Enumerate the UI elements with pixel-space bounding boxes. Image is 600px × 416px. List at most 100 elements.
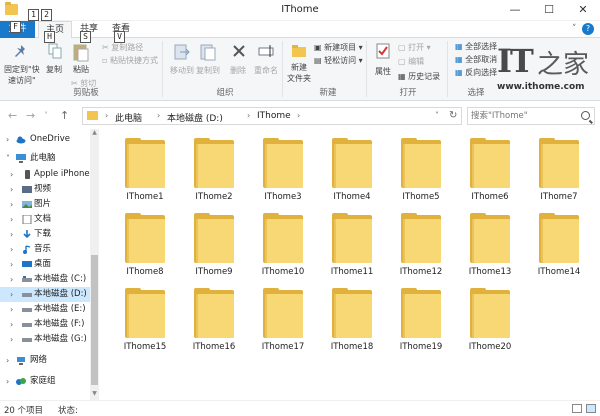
folder-item[interactable]: IThome14 <box>529 209 589 281</box>
nav-item-apple-iphone[interactable]: › Apple iPhone <box>0 167 90 182</box>
paste-shortcut-button[interactable]: ▫ 粘贴快捷方式 <box>102 55 158 66</box>
new-item-button[interactable]: ▣ 新建项目 ▾ <box>314 42 363 53</box>
minimize-button[interactable]: — <box>498 0 532 20</box>
breadcrumb-ithome[interactable]: IThome <box>257 111 291 121</box>
folder-item[interactable]: IThome17 <box>253 284 313 356</box>
nav-item-drive-d[interactable]: › 本地磁盘 (D:) <box>0 287 90 302</box>
address-bar[interactable]: › 此电脑 › 本地磁盘 (D:) › IThome › ˅ ↻ <box>82 107 462 125</box>
properties-button[interactable]: 属性 <box>375 66 391 77</box>
nav-item-onedrive[interactable]: › OneDrive <box>0 132 90 147</box>
folder-item[interactable]: IThome4 <box>322 134 382 206</box>
folder-item[interactable]: IThome11 <box>322 209 382 281</box>
nav-item-drive-g[interactable]: › 本地磁盘 (G:) <box>0 332 90 347</box>
refresh-icon[interactable]: ↻ <box>449 110 457 121</box>
nav-item-desktop[interactable]: › 桌面 <box>0 257 90 272</box>
select-all-button[interactable]: ▦ 全部选择 <box>455 41 497 52</box>
chevron-right-icon[interactable]: › <box>10 212 13 227</box>
ribbon-divider <box>282 41 283 97</box>
folder-item[interactable]: IThome12 <box>391 209 451 281</box>
copy-path-button[interactable]: ✂ 复制路径 <box>102 42 143 53</box>
history-button[interactable]: ▦ 历史记录 <box>398 71 440 82</box>
maximize-button[interactable]: ☐ <box>532 0 566 20</box>
folder-item[interactable]: IThome15 <box>115 284 175 356</box>
nav-scrollbar-thumb[interactable] <box>91 255 98 385</box>
nav-item-music[interactable]: › 音乐 <box>0 242 90 257</box>
chevron-right-icon[interactable]: › <box>10 317 13 332</box>
invert-selection-button[interactable]: ▦ 反向选择 <box>455 67 497 78</box>
folder-icon <box>87 111 98 120</box>
chevron-right-icon[interactable]: › <box>10 257 13 272</box>
chevron-right-icon[interactable]: › <box>6 353 9 368</box>
drive-icon <box>22 293 32 297</box>
folder-item[interactable]: IThome20 <box>460 284 520 356</box>
forward-icon[interactable]: → <box>26 109 35 122</box>
folder-item[interactable]: IThome8 <box>115 209 175 281</box>
folder-item[interactable]: IThome10 <box>253 209 313 281</box>
delete-button[interactable]: 删除 <box>230 65 246 76</box>
folder-item[interactable]: IThome7 <box>529 134 589 206</box>
up-icon[interactable]: ↑ <box>60 109 69 122</box>
copy-button[interactable]: 复制 <box>46 64 62 75</box>
folder-item[interactable]: IThome5 <box>391 134 451 206</box>
search-input[interactable] <box>471 110 577 122</box>
chevron-right-icon[interactable]: › <box>10 272 13 287</box>
folder-item[interactable]: IThome13 <box>460 209 520 281</box>
search-box[interactable] <box>467 107 595 125</box>
folder-item[interactable]: IThome6 <box>460 134 520 206</box>
nav-item-videos[interactable]: › 视频 <box>0 182 90 197</box>
large-icons-view-icon[interactable] <box>586 404 596 413</box>
folder-item[interactable]: IThome19 <box>391 284 451 356</box>
folder-item[interactable]: IThome3 <box>253 134 313 206</box>
chevron-right-icon[interactable]: › <box>10 182 13 197</box>
chevron-right-icon[interactable]: › <box>10 332 13 347</box>
folder-item[interactable]: IThome16 <box>184 284 244 356</box>
edit-button[interactable]: ▢ 编辑 <box>398 56 424 67</box>
easy-access-button[interactable]: ▤ 轻松访问 ▾ <box>314 55 363 66</box>
close-button[interactable]: ✕ <box>566 0 600 20</box>
paste-button[interactable]: 粘贴 <box>73 64 89 75</box>
chevron-right-icon[interactable]: › <box>10 302 13 317</box>
nav-item-network[interactable]: › 网络 <box>0 353 90 368</box>
chevron-right-icon[interactable]: › <box>6 374 9 389</box>
folder-item[interactable]: IThome1 <box>115 134 175 206</box>
chevron-right-icon[interactable]: › <box>6 132 9 147</box>
move-to-button[interactable]: 移动到 <box>170 65 194 76</box>
address-bar-row: ← → ˅ ↑ › 此电脑 › 本地磁盘 (D:) › IThome › ˅ ↻ <box>0 101 600 129</box>
chevron-right-icon[interactable]: › <box>10 242 13 257</box>
select-none-button[interactable]: ▦ 全部取消 <box>455 54 497 65</box>
scroll-up-icon[interactable]: ▲ <box>90 129 99 138</box>
keytip-view: V <box>114 31 125 43</box>
new-folder-button[interactable]: 新建 <box>291 62 307 73</box>
nav-item-downloads[interactable]: › 下载 <box>0 227 90 242</box>
open-button[interactable]: ▢ 打开 ▾ <box>398 42 431 53</box>
details-view-icon[interactable] <box>572 404 582 413</box>
folder-item[interactable]: IThome9 <box>184 209 244 281</box>
homegroup-icon <box>16 378 26 385</box>
nav-item-drive-e[interactable]: › 本地磁盘 (E:) <box>0 302 90 317</box>
expand-ribbon-icon[interactable]: ˅ <box>572 21 577 38</box>
nav-item-drive-f[interactable]: › 本地磁盘 (F:) <box>0 317 90 332</box>
pin-quick-access-button[interactable]: 固定到"快 <box>4 64 40 75</box>
recent-locations-icon[interactable]: ˅ <box>44 111 48 120</box>
chevron-right-icon[interactable]: › <box>10 287 13 302</box>
nav-item-pictures[interactable]: › 图片 <box>0 197 90 212</box>
chevron-down-icon[interactable]: ˅ <box>6 151 10 166</box>
paste-icon <box>73 44 89 62</box>
chevron-right-icon[interactable]: › <box>10 167 13 182</box>
back-icon[interactable]: ← <box>8 109 17 122</box>
nav-item-this-pc[interactable]: ˅ 此电脑 <box>0 151 90 166</box>
nav-item-documents[interactable]: › 文档 <box>0 212 90 227</box>
nav-item-drive-c[interactable]: › 本地磁盘 (C:) <box>0 272 90 287</box>
breadcrumb-drive-d[interactable]: 本地磁盘 (D:) <box>167 111 223 124</box>
chevron-right-icon[interactable]: › <box>10 197 13 212</box>
chevron-right-icon[interactable]: › <box>10 227 13 242</box>
breadcrumb-this-pc[interactable]: 此电脑 <box>115 111 142 124</box>
copy-to-button[interactable]: 复制到 <box>196 65 220 76</box>
scroll-down-icon[interactable]: ▼ <box>90 390 99 399</box>
help-icon[interactable]: ? <box>582 23 594 35</box>
folder-item[interactable]: IThome2 <box>184 134 244 206</box>
chevron-down-icon[interactable]: ˅ <box>435 111 439 120</box>
nav-item-homegroup[interactable]: › 家庭组 <box>0 374 90 389</box>
rename-button[interactable]: 重命名 <box>254 65 278 76</box>
folder-item[interactable]: IThome18 <box>322 284 382 356</box>
